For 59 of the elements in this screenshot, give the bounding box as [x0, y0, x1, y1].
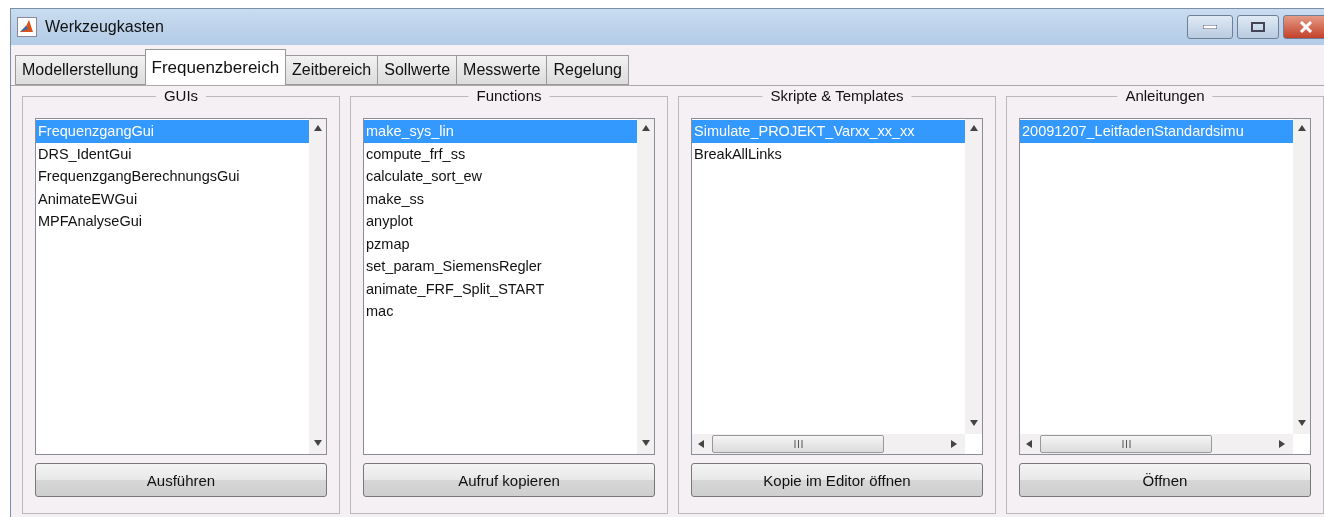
- horizontal-scrollbar[interactable]: [692, 434, 965, 454]
- list-item[interactable]: set_param_SiemensRegler: [364, 255, 637, 278]
- scroll-down-icon[interactable]: [1297, 420, 1306, 428]
- tab[interactable]: Sollwerte: [377, 55, 458, 85]
- vertical-scrollbar[interactable]: [637, 119, 654, 454]
- tab[interactable]: Modellerstellung: [15, 55, 146, 85]
- panel-title: Functions: [468, 87, 550, 104]
- tab[interactable]: Regelung: [546, 55, 629, 85]
- vertical-scrollbar[interactable]: [965, 119, 982, 434]
- list-item[interactable]: FrequenzgangBerechnungsGui: [36, 165, 309, 188]
- action-button[interactable]: Aufruf kopieren: [363, 463, 655, 497]
- scroll-right-icon[interactable]: [1279, 440, 1287, 448]
- horizontal-scrollbar[interactable]: [1020, 434, 1293, 454]
- scroll-up-icon[interactable]: [969, 125, 978, 133]
- list-item[interactable]: MPFAnalyseGui: [36, 210, 309, 233]
- scroll-up-icon[interactable]: [1297, 125, 1306, 133]
- maximize-icon: [1251, 22, 1265, 32]
- scroll-up-icon[interactable]: [641, 125, 650, 133]
- list-box[interactable]: FrequenzgangGui DRS_IdentGui FrequenzgangBerechnungsGui AnimateEWGui MPFAnalyseGui: [35, 118, 327, 455]
- window-title: Werkzeugkasten: [45, 18, 164, 36]
- list-item[interactable]: compute_frf_ss: [364, 142, 637, 165]
- scroll-down-icon[interactable]: [969, 420, 978, 428]
- vertical-scrollbar[interactable]: [1293, 119, 1310, 434]
- list-item[interactable]: mac: [364, 300, 637, 323]
- scroll-down-icon[interactable]: [313, 440, 322, 448]
- list-box[interactable]: make_sys_lin compute_frf_ss calculate_sort_ew make_ss anyplot pzmap set_param_SiemensRegler animate_FRF_Split_START mac: [363, 118, 655, 455]
- tab[interactable]: Messwerte: [456, 55, 548, 85]
- vertical-scrollbar[interactable]: [309, 119, 326, 454]
- close-icon: [1299, 21, 1313, 33]
- panel-title: Anleitungen: [1117, 87, 1213, 104]
- list-item[interactable]: calculate_sort_ew: [364, 165, 637, 188]
- scroll-thumb[interactable]: [1040, 435, 1212, 453]
- list-item[interactable]: BreakAllLinks: [692, 142, 965, 165]
- scroll-right-icon[interactable]: [951, 440, 959, 448]
- action-button[interactable]: Kopie im Editor öffnen: [691, 463, 983, 497]
- close-button[interactable]: [1283, 15, 1324, 39]
- scroll-down-icon[interactable]: [641, 440, 650, 448]
- list-item[interactable]: DRS_IdentGui: [36, 142, 309, 165]
- tab[interactable]: Frequenzbereich: [144, 49, 287, 85]
- minimize-icon: [1203, 25, 1217, 29]
- list-item[interactable]: make_ss: [364, 187, 637, 210]
- app-logo-icon: [17, 17, 37, 37]
- grip-icon: [793, 440, 803, 448]
- list-box[interactable]: Simulate_PROJEKT_Varxx_xx_xx BreakAllLinks: [691, 118, 983, 455]
- maximize-button[interactable]: [1237, 15, 1279, 39]
- scroll-thumb[interactable]: [712, 435, 884, 453]
- list-item[interactable]: AnimateEWGui: [36, 187, 309, 210]
- tab[interactable]: Zeitbereich: [285, 55, 379, 85]
- list-item[interactable]: pzmap: [364, 232, 637, 255]
- grip-icon: [1121, 440, 1131, 448]
- minimize-button[interactable]: [1187, 15, 1233, 39]
- scroll-up-icon[interactable]: [313, 125, 322, 133]
- action-button[interactable]: Öffnen: [1019, 463, 1311, 497]
- list-item[interactable]: animate_FRF_Split_START: [364, 277, 637, 300]
- list-item[interactable]: anyplot: [364, 210, 637, 233]
- scroll-left-icon[interactable]: [698, 440, 706, 448]
- action-button[interactable]: Ausführen: [35, 463, 327, 497]
- panel-title: Skripte & Templates: [762, 87, 912, 104]
- scroll-left-icon[interactable]: [1026, 440, 1034, 448]
